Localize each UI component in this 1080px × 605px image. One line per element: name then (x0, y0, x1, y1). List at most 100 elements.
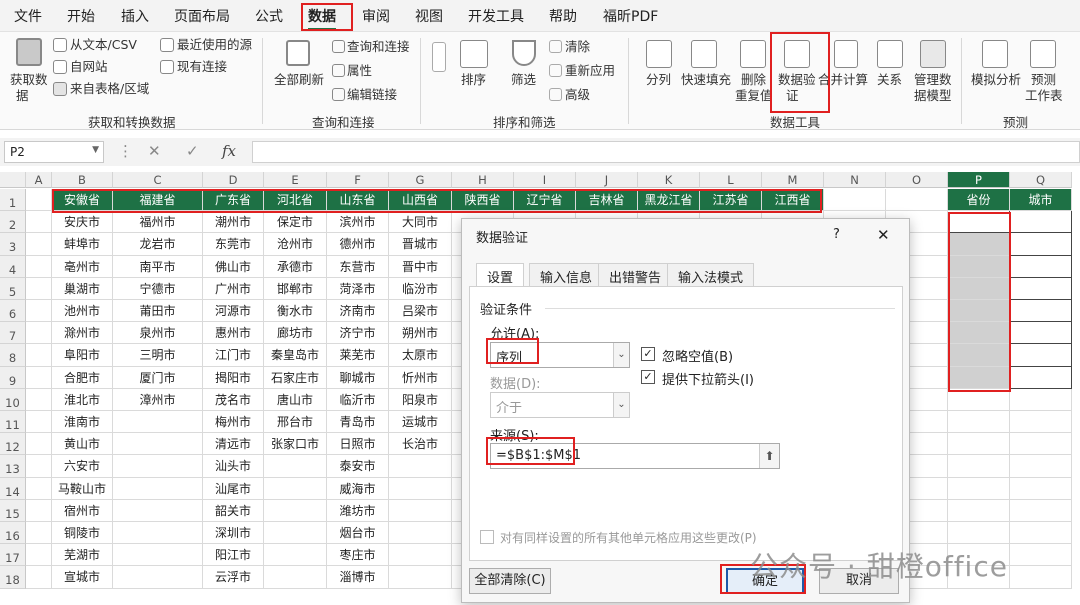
city-cell[interactable]: 晋中市 (389, 255, 452, 278)
row-header-6[interactable]: 6 (0, 300, 26, 323)
cell[interactable] (886, 189, 948, 212)
province-header-cell[interactable]: 河北省 (264, 189, 327, 212)
cell[interactable] (113, 433, 203, 456)
cell[interactable] (948, 477, 1010, 500)
city-cell[interactable]: 莱芜市 (327, 344, 389, 367)
cell[interactable] (389, 522, 452, 545)
cell[interactable] (264, 522, 327, 545)
cell[interactable] (1010, 433, 1072, 456)
filter-button[interactable]: 筛选 (511, 72, 536, 88)
city-cell[interactable]: 宁德市 (113, 277, 203, 300)
cell[interactable] (26, 366, 52, 389)
reapply-button[interactable]: 重新应用 (565, 64, 615, 78)
input-cell[interactable] (1010, 366, 1072, 389)
city-cell[interactable]: 巢湖市 (52, 277, 113, 300)
city-cell[interactable]: 承德市 (264, 255, 327, 278)
cell[interactable] (113, 411, 203, 434)
input-cell[interactable] (1010, 233, 1072, 256)
cell[interactable] (1010, 455, 1072, 478)
input-cell[interactable] (1010, 344, 1072, 367)
column-header-E[interactable]: E (264, 172, 327, 188)
city-cell[interactable]: 清远市 (203, 433, 264, 456)
enter-icon[interactable]: ✓ (186, 142, 199, 160)
city-cell[interactable]: 淄博市 (327, 566, 389, 589)
province-header-cell[interactable]: 江苏省 (700, 189, 762, 212)
cell[interactable] (1010, 477, 1072, 500)
cancel-icon[interactable]: ✕ (148, 142, 161, 160)
city-cell[interactable]: 临沂市 (327, 388, 389, 411)
column-header-A[interactable]: A (26, 172, 52, 188)
province-input-cell[interactable] (948, 344, 1010, 367)
column-header-F[interactable]: F (327, 172, 389, 188)
tab-help[interactable]: 帮助 (549, 6, 577, 26)
city-cell[interactable]: 广州市 (203, 277, 264, 300)
city-cell[interactable]: 阳江市 (203, 544, 264, 567)
column-header-L[interactable]: L (700, 172, 762, 188)
column-header-G[interactable]: G (389, 172, 452, 188)
province-header-cell[interactable]: 陕西省 (452, 189, 514, 212)
column-header-P[interactable]: P (948, 172, 1010, 188)
province-input-cell[interactable] (948, 300, 1010, 323)
close-icon[interactable]: ✕ (877, 226, 890, 244)
city-cell[interactable]: 马鞍山市 (52, 477, 113, 500)
city-cell[interactable]: 淮南市 (52, 411, 113, 434)
city-cell[interactable]: 张家口市 (264, 433, 327, 456)
province-header[interactable]: 省份 (948, 189, 1010, 212)
sort-button[interactable]: 排序 (461, 72, 486, 88)
city-cell[interactable]: 泉州市 (113, 322, 203, 345)
cell[interactable] (113, 566, 203, 589)
consolidate-button[interactable]: 合并计算 (818, 72, 868, 88)
column-header-N[interactable]: N (824, 172, 886, 188)
ignore-blank-checkbox[interactable]: ✓ (641, 347, 655, 361)
row-header-15[interactable]: 15 (0, 499, 26, 522)
city-cell[interactable]: 江门市 (203, 344, 264, 367)
city-cell[interactable]: 济南市 (327, 300, 389, 323)
city-cell[interactable]: 龙岩市 (113, 233, 203, 256)
city-cell[interactable]: 梅州市 (203, 411, 264, 434)
column-header-I[interactable]: I (514, 172, 576, 188)
recent-sources-button[interactable]: 最近使用的源 (177, 38, 252, 52)
what-if-analysis-button[interactable]: 模拟分析 (971, 72, 1021, 88)
edit-links-button[interactable]: 编辑链接 (347, 88, 397, 102)
province-input-cell[interactable] (948, 277, 1010, 300)
cell[interactable] (26, 322, 52, 345)
select-all-corner[interactable] (0, 172, 26, 188)
sort-ascending-icon[interactable] (432, 42, 446, 72)
city-cell[interactable]: 河源市 (203, 300, 264, 323)
city-cell[interactable]: 三明市 (113, 344, 203, 367)
cell[interactable] (26, 544, 52, 567)
province-header-cell[interactable]: 辽宁省 (514, 189, 576, 212)
tab-formulas[interactable]: 公式 (255, 6, 283, 26)
column-header-D[interactable]: D (203, 172, 264, 188)
cell[interactable] (1010, 388, 1072, 411)
queries-connections-button[interactable]: 查询和连接 (347, 40, 410, 54)
city-cell[interactable]: 聊城市 (327, 366, 389, 389)
row-header-9[interactable]: 9 (0, 366, 26, 389)
city-cell[interactable]: 吕梁市 (389, 300, 452, 323)
row-header-4[interactable]: 4 (0, 255, 26, 278)
cell[interactable] (389, 477, 452, 500)
row-header-2[interactable]: 2 (0, 211, 26, 234)
province-header-cell[interactable]: 福建省 (113, 189, 203, 212)
city-cell[interactable]: 芜湖市 (52, 544, 113, 567)
row-header-3[interactable]: 3 (0, 233, 26, 256)
city-cell[interactable]: 长治市 (389, 433, 452, 456)
tab-error-alert[interactable]: 出错警告 (598, 263, 673, 287)
cell[interactable] (26, 233, 52, 256)
city-cell[interactable]: 邯郸市 (264, 277, 327, 300)
row-header-13[interactable]: 13 (0, 455, 26, 478)
city-cell[interactable]: 沧州市 (264, 233, 327, 256)
city-cell[interactable]: 唐山市 (264, 388, 327, 411)
city-cell[interactable]: 漳州市 (113, 388, 203, 411)
cell[interactable] (26, 566, 52, 589)
city-cell[interactable]: 云浮市 (203, 566, 264, 589)
province-input-cell[interactable] (948, 233, 1010, 256)
clear-all-button[interactable]: 全部清除(C) (469, 568, 551, 594)
city-cell[interactable]: 枣庄市 (327, 544, 389, 567)
cell[interactable] (389, 566, 452, 589)
formula-input[interactable] (252, 141, 1080, 163)
city-cell[interactable]: 廊坊市 (264, 322, 327, 345)
cell[interactable] (1010, 522, 1072, 545)
city-cell[interactable]: 深圳市 (203, 522, 264, 545)
tab-review[interactable]: 审阅 (362, 6, 390, 26)
